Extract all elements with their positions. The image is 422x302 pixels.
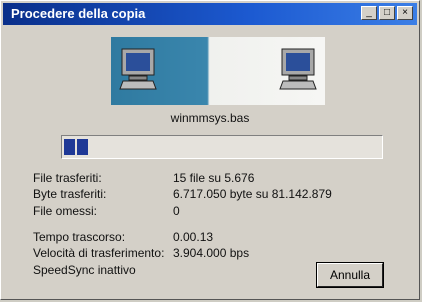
minimize-button[interactable]: _ (361, 6, 377, 20)
stat-label-elapsed-time: Tempo trascorso: (33, 230, 126, 244)
stat-label-files-skipped: File omessi: (33, 204, 98, 218)
stat-value-transfer-rate: 3.904.000 bps (173, 246, 250, 260)
stat-label-transfer-rate: Velocità di trasferimento: (33, 246, 165, 260)
progress-fill (64, 139, 89, 155)
cancel-button[interactable]: Annulla (316, 262, 384, 288)
target-computer-icon (279, 48, 317, 90)
progress-block (77, 139, 88, 155)
stat-value-bytes-transferred: 6.717.050 byte su 81.142.879 (173, 187, 332, 201)
stat-value-elapsed-time: 0.00.13 (173, 230, 214, 244)
copy-progress-window: Procedere della copia _ □ × winmmsys.bas… (0, 0, 420, 300)
maximize-button[interactable]: □ (379, 6, 395, 20)
close-button[interactable]: × (397, 6, 413, 20)
progress-block (64, 139, 75, 155)
speedsync-status: SpeedSync inattivo (33, 263, 136, 277)
copy-animation (111, 37, 325, 105)
copy-progress-bar (61, 135, 383, 159)
stat-value-files-transferred: 15 file su 5.676 (173, 171, 255, 185)
current-file-name: winmmsys.bas (170, 111, 250, 125)
source-computer-icon (119, 48, 157, 90)
title-bar[interactable]: Procedere della copia _ □ × (3, 3, 417, 25)
stat-value-files-skipped: 0 (173, 204, 180, 218)
stat-label-files-transferred: File trasferiti: (33, 171, 102, 185)
stat-label-bytes-transferred: Byte trasferiti: (33, 187, 107, 201)
window-title: Procedere della copia (11, 6, 146, 21)
